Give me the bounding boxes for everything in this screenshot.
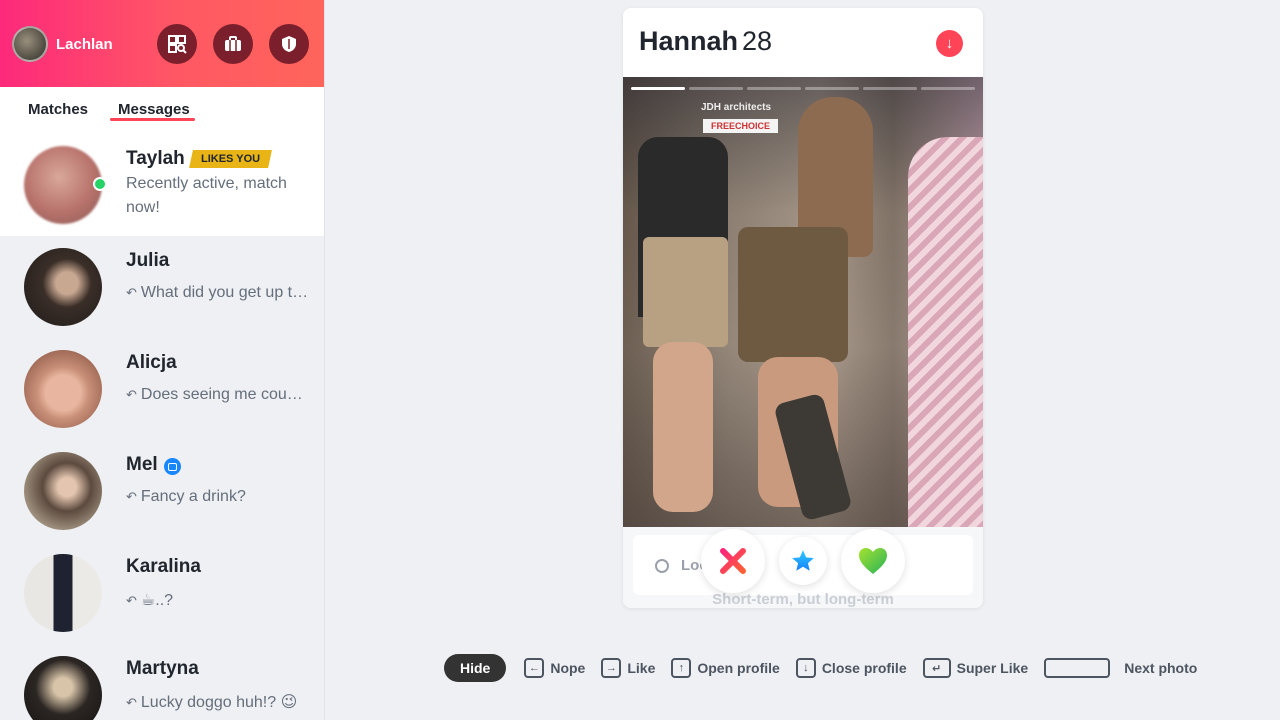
shortcut-label: Like — [627, 660, 656, 676]
space-key-icon — [1044, 658, 1111, 678]
photo-figure — [908, 137, 983, 527]
nope-button[interactable] — [701, 529, 765, 593]
shortcut-label: Super Like — [956, 660, 1029, 676]
online-indicator — [93, 177, 107, 191]
conversation-item[interactable]: Julia ↶What did you get up to today? — [0, 236, 324, 338]
arrow-down-icon: ↓ — [945, 35, 954, 52]
shortcut-super-like: ↵ Super Like — [922, 658, 1029, 678]
avatar — [24, 656, 102, 720]
sidebar-header: Lachlan — [0, 0, 324, 87]
star-icon — [792, 550, 814, 571]
briefcase-icon — [225, 36, 241, 51]
explore-button[interactable] — [157, 24, 197, 64]
likes-you-badge: LIKES YOU — [189, 150, 273, 168]
keyboard-shortcuts: Hide ← Nope → Like ↑ Open profile ↓ Close pr… — [444, 654, 1213, 682]
sidebar: Lachlan Matches Messages Taylah LIKES YO… — [0, 0, 325, 720]
shortcut-label: Close profile — [821, 660, 907, 676]
active-tab-indicator — [110, 118, 195, 121]
profile-photo[interactable]: JDH architects FREECHOICE — [623, 77, 983, 527]
reply-icon: ↶ — [126, 489, 137, 504]
close-icon — [720, 548, 746, 574]
conversation-name: Karalina — [126, 556, 201, 577]
photo-progress-bar[interactable] — [631, 87, 685, 90]
photo-sign-text: JDH architects — [701, 102, 772, 113]
work-mode-button[interactable] — [213, 24, 253, 64]
arrow-left-key-icon: ← — [524, 658, 545, 678]
hide-shortcuts-button[interactable]: Hide — [444, 654, 507, 682]
conversation-item[interactable]: Mel ↶ Fancy a drink? — [0, 440, 324, 542]
looking-for-value: Short-term, but long-term — [712, 591, 894, 608]
shortcut-like: → Like — [601, 658, 655, 678]
arrow-up-key-icon: ↑ — [671, 658, 692, 678]
photo-sign-text: FREECHOICE — [703, 119, 778, 133]
arrow-down-key-icon: ↓ — [795, 658, 816, 678]
conversation-item[interactable]: Martyna ↶ Lucky doggo huh!? 😉 — [0, 644, 324, 720]
avatar — [24, 248, 102, 326]
conversation-name: Mel — [126, 454, 158, 475]
super-like-button[interactable] — [779, 537, 827, 585]
tabs: Matches Messages — [0, 87, 324, 135]
explore-icon — [168, 35, 187, 54]
avatar — [24, 350, 102, 428]
profile-card-name: Hannah 28 — [639, 26, 773, 56]
enter-key-icon: ↵ — [922, 658, 951, 678]
avatar — [24, 554, 102, 632]
photo-figure — [653, 342, 713, 512]
safety-button[interactable] — [269, 24, 309, 64]
conversation-preview: ↶What did you get up to today? — [126, 284, 311, 301]
tab-matches[interactable]: Matches — [28, 101, 88, 118]
verified-icon — [164, 458, 181, 475]
reply-icon: ↶ — [126, 285, 137, 300]
close-profile-button[interactable]: ↓ — [936, 30, 963, 57]
avatar — [24, 452, 102, 530]
profile-name[interactable]: Lachlan — [56, 36, 113, 53]
card-header: Hannah 28 ↓ — [623, 8, 983, 77]
shortcut-close-profile: ↓ Close profile — [795, 658, 907, 678]
shortcut-label: Nope — [550, 660, 586, 676]
profile-avatar[interactable] — [12, 26, 48, 62]
shortcut-next-photo: Next photo — [1044, 658, 1197, 678]
like-button[interactable] — [841, 529, 905, 593]
photo-figure — [643, 237, 728, 347]
heart-icon — [859, 548, 887, 574]
reply-icon: ↶ — [126, 695, 137, 710]
photo-progress-bars — [631, 87, 975, 90]
shortcut-nope: ← Nope — [524, 658, 585, 678]
conversation-preview: ↶Does seeing me count as a date? — [126, 386, 311, 403]
conversation-item[interactable]: Taylah LIKES YOU Recently active, match … — [0, 134, 324, 236]
shortcut-label: Open profile — [697, 660, 780, 676]
conversation-preview: ↶ Fancy a drink? — [126, 488, 246, 505]
conversation-preview: ↶ ☕..? — [126, 592, 174, 609]
reply-icon: ↶ — [126, 593, 137, 608]
conversation-preview: ↶ Lucky doggo huh!? 😉 — [126, 694, 298, 711]
profile-card[interactable]: Hannah28 ↓ JDH architects FREECHOICE Loo… — [623, 8, 983, 608]
conversation-item[interactable]: Karalina ↶ ☕..? — [0, 542, 324, 644]
conversation-name: Taylah — [126, 148, 185, 169]
photo-figure — [738, 227, 848, 362]
shield-icon — [282, 36, 296, 52]
shortcut-open-profile: ↑ Open profile — [671, 658, 780, 678]
photo-progress-bar[interactable] — [747, 87, 801, 90]
arrow-right-key-icon: → — [601, 658, 622, 678]
reply-icon: ↶ — [126, 387, 137, 402]
search-icon — [655, 559, 669, 573]
avatar — [24, 146, 102, 224]
photo-progress-bar[interactable] — [805, 87, 859, 90]
photo-progress-bar[interactable] — [689, 87, 743, 90]
conversation-item[interactable]: Alicja ↶Does seeing me count as a date? — [0, 338, 324, 440]
photo-progress-bar[interactable] — [921, 87, 975, 90]
conversation-name: Julia — [126, 250, 170, 271]
tab-messages[interactable]: Messages — [118, 101, 190, 118]
conversation-name: Martyna — [126, 658, 199, 679]
profile-age: 28 — [742, 26, 773, 56]
photo-progress-bar[interactable] — [863, 87, 917, 90]
conversation-preview: Recently active, match now! — [126, 175, 287, 216]
shortcut-label: Next photo — [1124, 660, 1198, 676]
conversation-name: Alicja — [126, 352, 177, 373]
